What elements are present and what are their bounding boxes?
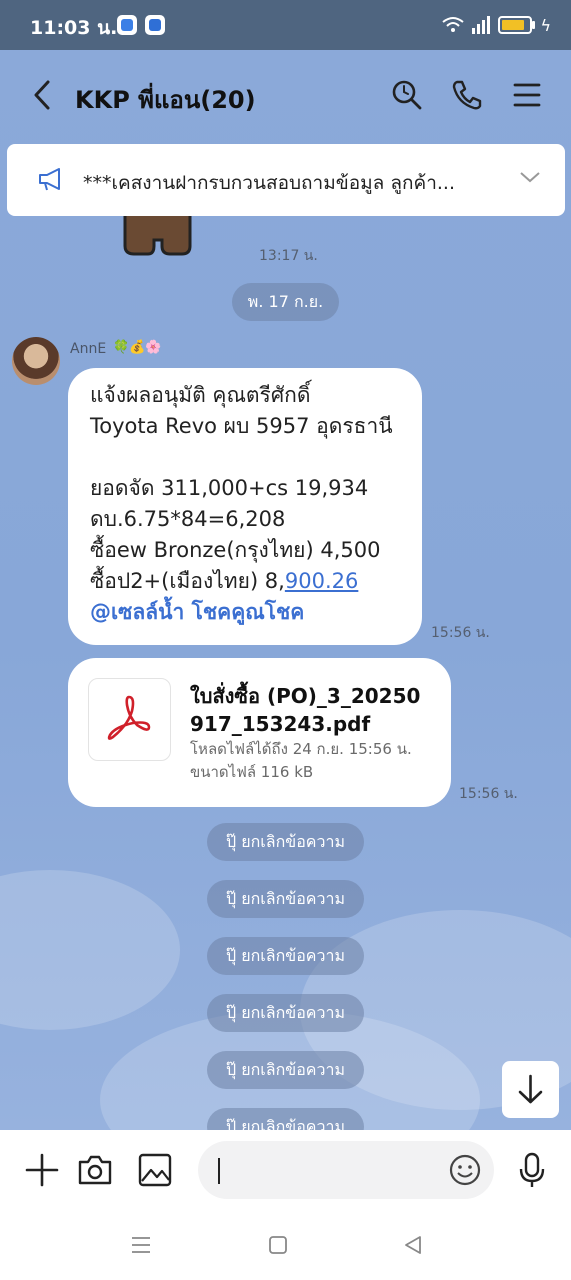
wifi-icon: [442, 17, 465, 32]
pdf-file-icon: [88, 678, 171, 761]
search-icon[interactable]: [390, 78, 424, 112]
unsent-message-notice: ปุ๊ ยกเลิกข้อความ: [207, 1051, 364, 1089]
plus-icon[interactable]: [22, 1150, 62, 1190]
message-line: ซื้อป2+(เมืองไทย) 8,900.26: [90, 566, 420, 597]
message-text: แจ้งผลอนุมัติ คุณตรีศักดิ์ Toyota Revo ผ…: [90, 380, 420, 628]
scroll-to-bottom-button[interactable]: [502, 1061, 559, 1118]
back-nav-icon[interactable]: [402, 1234, 424, 1256]
signal-icon: [472, 16, 491, 34]
message-line: ยอดจัด 311,000+cs 19,934: [90, 476, 369, 500]
text-cursor: [218, 1158, 220, 1184]
message-input[interactable]: [198, 1141, 494, 1199]
chat-header: KKP พี่แอน(20): [0, 50, 571, 140]
file-size: ขนาดไฟล์ 116 kB: [190, 763, 314, 781]
message-line: ซื้อew Bronze(กรุงไทย) 4,500: [90, 538, 381, 562]
date-separator: พ. 17 ก.ย.: [232, 283, 339, 321]
home-icon[interactable]: [267, 1234, 289, 1256]
avatar[interactable]: [12, 337, 60, 385]
sender-emoji: 🍀💰🌸: [113, 340, 162, 355]
arrow-down-icon: [518, 1074, 543, 1104]
chat-title[interactable]: KKP พี่แอน(20): [75, 80, 256, 119]
recent-apps-icon[interactable]: [130, 1234, 152, 1256]
message-time: 13:17 น.: [259, 248, 318, 264]
camera-icon[interactable]: [75, 1150, 115, 1190]
phone-icon[interactable]: [450, 78, 484, 112]
back-arrow-icon[interactable]: [28, 78, 56, 112]
status-bar: 11:03 น. ϟ: [0, 0, 571, 50]
charging-icon: ϟ: [540, 15, 551, 35]
sender-name: AnnE: [70, 341, 107, 357]
file-expiry: โหลดไฟล์ได้ถึง 24 ก.ย. 15:56 น.: [190, 740, 412, 758]
file-name-line: 917_153243.pdf: [190, 712, 371, 736]
message-time: 15:56 น.: [459, 786, 518, 802]
announcement-banner[interactable]: ***เคสงานฝากรบกวนสอบถามข้อมูล ลูกค้า...: [7, 144, 565, 216]
message-composer: [0, 1130, 571, 1210]
announcement-text: ***เคสงานฝากรบกวนสอบถามข้อมูล ลูกค้า...: [83, 172, 455, 194]
unsent-message-notice: ปุ๊ ยกเลิกข้อความ: [207, 994, 364, 1032]
image-icon[interactable]: [135, 1150, 175, 1190]
chevron-down-icon[interactable]: [519, 170, 541, 184]
phone-number-link[interactable]: 900.26: [285, 569, 358, 593]
file-meta: โหลดไฟล์ได้ถึง 24 ก.ย. 15:56 น. ขนาดไฟล์…: [190, 738, 412, 784]
message-line: Toyota Revo ผบ 5957 อุดรธานี: [90, 414, 393, 438]
sticker-image[interactable]: [120, 216, 195, 256]
message-line-text: ซื้อป2+(เมืองไทย) 8,: [90, 569, 285, 593]
message-line: ดบ.6.75*84=6,208: [90, 507, 286, 531]
system-navigation-bar: [0, 1210, 571, 1280]
message-time: 15:56 น.: [431, 625, 490, 641]
message-line: แจ้งผลอนุมัติ คุณตรีศักดิ์: [90, 383, 311, 407]
battery-icon: [498, 16, 536, 34]
file-name: ใบสั่งซื้อ (PO)_3_20250 917_153243.pdf: [190, 682, 420, 738]
message-line: [90, 442, 420, 473]
file-name-line: ใบสั่งซื้อ (PO)_3_20250: [190, 684, 421, 708]
app-notification-icon: [117, 15, 137, 35]
microphone-icon[interactable]: [512, 1150, 552, 1190]
unsent-message-notice: ปุ๊ ยกเลิกข้อความ: [207, 823, 364, 861]
status-time: 11:03 น.: [30, 17, 118, 39]
emoji-icon[interactable]: [448, 1153, 482, 1187]
unsent-message-notice: ปุ๊ ยกเลิกข้อความ: [207, 880, 364, 918]
unsent-message-notice: ปุ๊ ยกเลิกข้อความ: [207, 937, 364, 975]
menu-icon[interactable]: [510, 78, 544, 112]
mention-link[interactable]: @เซลล์น้ำ โชคคูณโชค: [90, 597, 420, 628]
cloud-notification-icon: [145, 15, 165, 35]
megaphone-icon: [39, 168, 60, 191]
